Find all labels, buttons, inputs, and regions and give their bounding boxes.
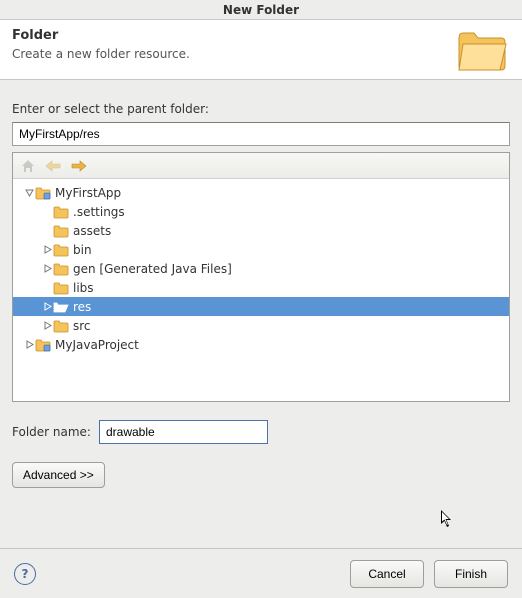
back-arrow-icon[interactable] (45, 160, 61, 172)
window-title: New Folder (223, 3, 299, 17)
cancel-button[interactable]: Cancel (350, 560, 424, 588)
tree-node-label: res (69, 300, 91, 314)
folder-tree-container: MyFirstApp .settings assets bin gen [Gen… (12, 152, 510, 402)
expand-arrow-icon[interactable] (41, 302, 53, 311)
tree-node[interactable]: bin (13, 240, 509, 259)
folder-icon (53, 223, 69, 239)
folder-large-icon (456, 26, 508, 75)
tree-node-label: .settings (69, 205, 125, 219)
tree-node-label: MyJavaProject (51, 338, 139, 352)
expand-arrow-icon[interactable] (41, 264, 53, 273)
expand-arrow-icon[interactable] (41, 321, 53, 330)
forward-arrow-icon[interactable] (71, 160, 87, 172)
parent-folder-input[interactable] (12, 122, 510, 146)
tree-node-label: bin (69, 243, 92, 257)
folder-tree[interactable]: MyFirstApp .settings assets bin gen [Gen… (13, 179, 509, 401)
dialog-body: Enter or select the parent folder: MyFir… (0, 80, 522, 500)
tree-node-label: gen [Generated Java Files] (69, 262, 232, 276)
project-folder-icon (35, 337, 51, 353)
folder-icon (53, 261, 69, 277)
expand-arrow-icon[interactable] (23, 188, 35, 197)
tree-node[interactable]: .settings (13, 202, 509, 221)
header-title: Folder (12, 28, 510, 43)
tree-node-label: assets (69, 224, 111, 238)
expand-arrow-icon[interactable] (41, 245, 53, 254)
help-icon: ? (22, 567, 29, 581)
tree-node[interactable]: libs (13, 278, 509, 297)
tree-node-label: libs (69, 281, 94, 295)
finish-button[interactable]: Finish (434, 560, 508, 588)
tree-node-label: MyFirstApp (51, 186, 121, 200)
tree-node[interactable]: res (13, 297, 509, 316)
project-folder-icon (35, 185, 51, 201)
dialog-header: Folder Create a new folder resource. (0, 20, 522, 80)
tree-node[interactable]: assets (13, 221, 509, 240)
folder-name-input[interactable] (99, 420, 268, 444)
mouse-cursor-icon (440, 509, 454, 532)
tree-toolbar (13, 153, 509, 179)
header-subtitle: Create a new folder resource. (12, 47, 510, 61)
parent-folder-prompt: Enter or select the parent folder: (12, 102, 510, 116)
help-button[interactable]: ? (14, 563, 36, 585)
window-title-bar: New Folder (0, 0, 522, 20)
tree-node[interactable]: MyFirstApp (13, 183, 509, 202)
dialog-button-bar: ? Cancel Finish (0, 548, 522, 598)
folder-icon (53, 280, 69, 296)
folder-icon (53, 204, 69, 220)
expand-arrow-icon[interactable] (23, 340, 35, 349)
folder-open-icon (53, 299, 69, 315)
tree-node-label: src (69, 319, 91, 333)
folder-icon (53, 242, 69, 258)
tree-node[interactable]: MyJavaProject (13, 335, 509, 354)
advanced-button[interactable]: Advanced >> (12, 462, 105, 488)
tree-node[interactable]: src (13, 316, 509, 335)
folder-name-label: Folder name: (12, 425, 91, 439)
tree-node[interactable]: gen [Generated Java Files] (13, 259, 509, 278)
home-icon[interactable] (21, 159, 35, 173)
folder-icon (53, 318, 69, 334)
